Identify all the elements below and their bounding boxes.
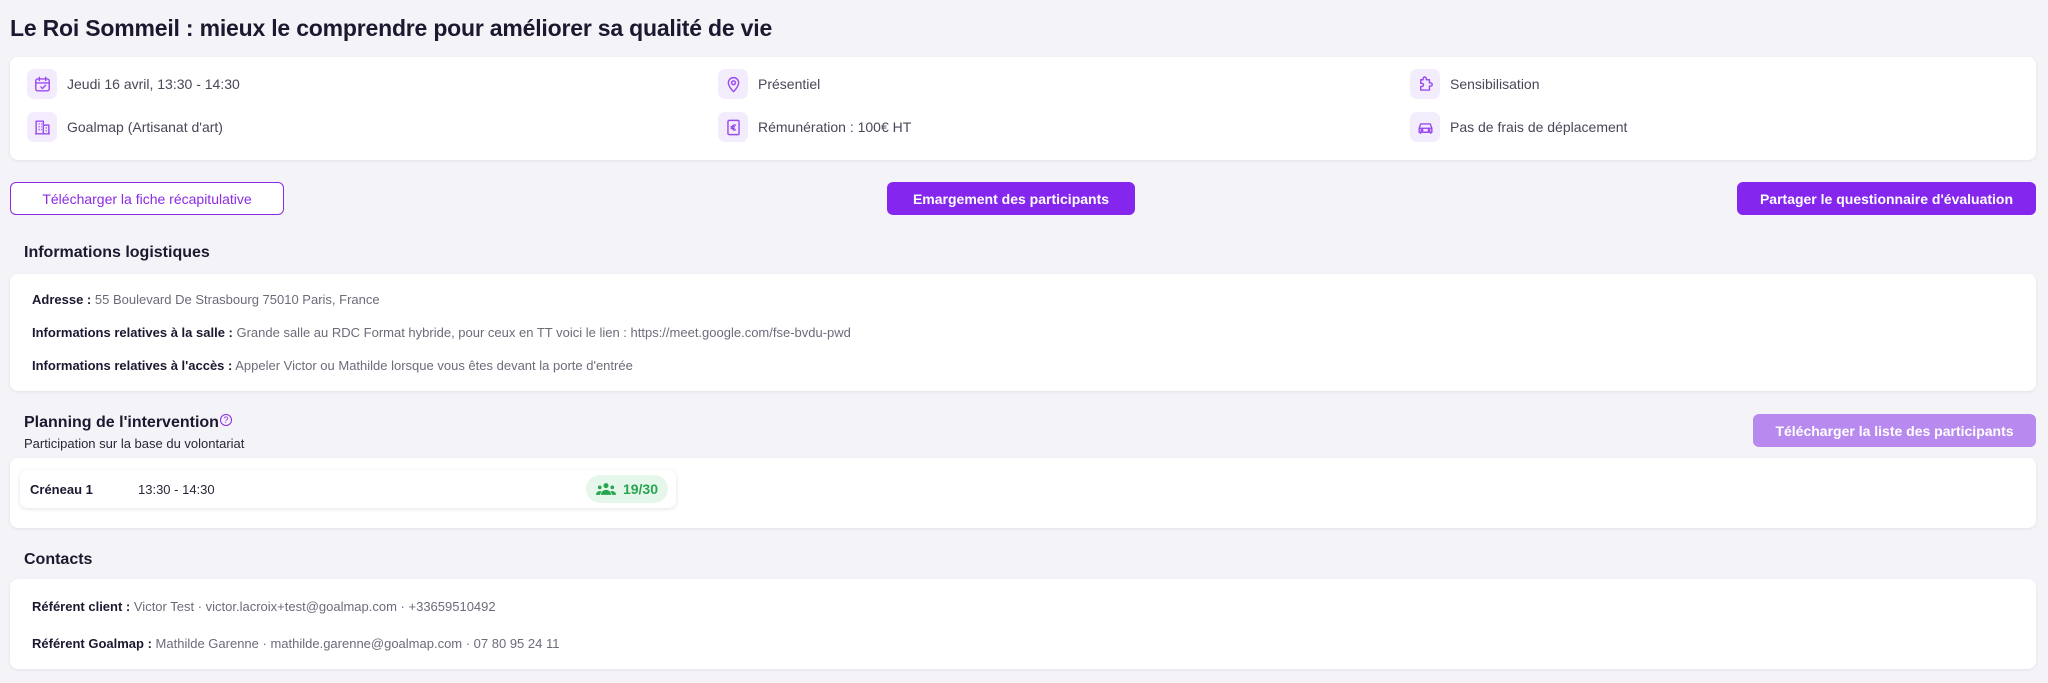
planning-card: Créneau 1 13:30 - 14:30 19/30 [10,458,2036,528]
download-participants-button[interactable]: Télécharger la liste des participants [1753,414,2036,447]
logistics-title: Informations logistiques [24,244,210,261]
room-line: Informations relatives à la salle : Gran… [32,325,851,340]
page-title: Le Roi Sommeil : mieux le comprendre pou… [10,15,773,41]
people-icon [595,483,616,495]
info-remuneration-text: Rémunération : 100€ HT [758,119,912,135]
logistics-card: Adresse : 55 Boulevard De Strasbourg 750… [10,274,2036,391]
info-mode: Présentiel [718,69,820,99]
planning-title: Planning de l'intervention? [24,414,232,432]
address-line: Adresse : 55 Boulevard De Strasbourg 750… [32,292,380,307]
info-date-text: Jeudi 16 avril, 13:30 - 14:30 [67,76,240,92]
info-date: Jeudi 16 avril, 13:30 - 14:30 [27,69,240,99]
info-travel: Pas de frais de déplacement [1410,112,1627,142]
slot-item[interactable]: Créneau 1 13:30 - 14:30 19/30 [20,470,676,508]
info-category-text: Sensibilisation [1450,76,1540,92]
download-summary-button[interactable]: Télécharger la fiche récapitulative [10,182,284,215]
info-mode-text: Présentiel [758,76,821,92]
attendance-button[interactable]: Emargement des participants [887,182,1135,215]
location-pin-icon [718,69,748,99]
access-value: Appeler Victor ou Mathilde lorsque vous … [235,358,633,373]
client-contact-label: Référent client : [32,599,131,614]
slot-count: 19/30 [622,481,658,497]
puzzle-icon [1410,69,1440,99]
share-questionnaire-button[interactable]: Partager le questionnaire d'évaluation [1737,182,2036,215]
building-icon [27,112,57,142]
contacts-card: Référent client : Victor Test · victor.l… [10,579,2036,669]
calendar-icon [27,69,57,99]
slot-participants-badge: 19/30 [585,475,668,503]
info-travel-text: Pas de frais de déplacement [1450,119,1628,135]
client-contact-value: Victor Test · victor.lacroix+test@goalma… [133,599,496,614]
event-info-card: Jeudi 16 avril, 13:30 - 14:30 Présentiel… [10,57,2036,160]
help-icon[interactable]: ? [219,414,232,426]
car-icon [1410,112,1440,142]
planning-subtitle: Participation sur la base du volontariat [24,436,245,451]
slot-time: 13:30 - 14:30 [138,481,215,497]
goalmap-contact-line: Référent Goalmap : Mathilde Garenne · ma… [32,636,559,651]
slot-name: Créneau 1 [30,481,93,497]
contacts-title: Contacts [24,551,93,568]
client-contact-line: Référent client : Victor Test · victor.l… [32,599,496,614]
room-value: Grande salle au RDC Format hybride, pour… [236,325,851,340]
access-line: Informations relatives à l'accès : Appel… [32,358,633,373]
address-label: Adresse : [32,292,92,307]
goalmap-contact-value: Mathilde Garenne · mathilde.garenne@goal… [155,636,560,651]
info-company: Goalmap (Artisanat d'art) [27,112,223,142]
room-label: Informations relatives à la salle : [32,325,233,340]
access-label: Informations relatives à l'accès : [32,358,233,373]
goalmap-contact-label: Référent Goalmap : [32,636,152,651]
info-category: Sensibilisation [1410,69,1540,99]
address-value: 55 Boulevard De Strasbourg 75010 Paris, … [94,292,380,307]
planning-title-text: Planning de l'intervention [24,414,219,431]
info-remuneration: Rémunération : 100€ HT [718,112,911,142]
info-company-text: Goalmap (Artisanat d'art) [67,119,223,135]
euro-note-icon [718,112,748,142]
